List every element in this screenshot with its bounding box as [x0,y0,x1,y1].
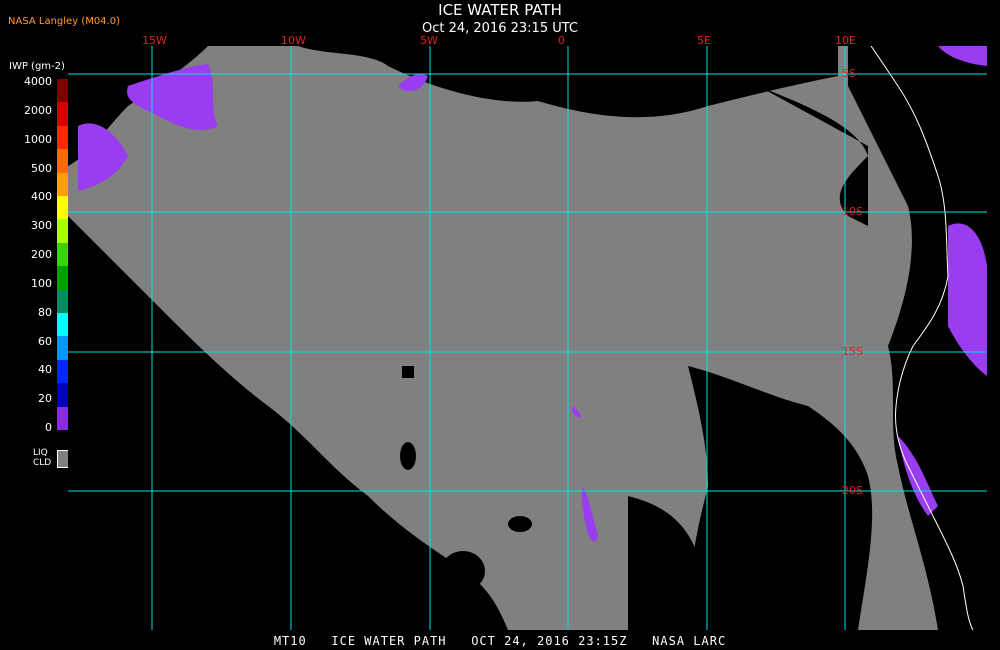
legend-tick-label: 80 [38,305,52,319]
longitude-label: 5W [420,34,438,47]
legend-tick-label: 100 [31,276,52,290]
longitude-label: 10E [835,34,856,47]
legend-tick-label: 20 [38,392,52,406]
legend-tick-label: 300 [31,219,52,233]
footer-caption: MT10 ICE WATER PATH OCT 24, 2016 23:15Z … [273,634,727,648]
legend-tick-label: 60 [38,334,52,348]
legend-tick-label: 400 [31,190,52,204]
legend-tick-label: 4000 [24,75,52,88]
longitude-label: 0 [558,34,565,47]
legend-tick-label: 2000 [24,103,52,117]
legend-tick-label: 1000 [24,132,52,146]
longitude-label: 15W [142,34,167,47]
legend-title: IWP (gm-2) [9,61,65,72]
liquid-cloud-label-line2: CLD [33,458,52,468]
latitude-label: 20S [842,484,863,497]
legend-tick-label: 200 [31,248,52,261]
latitude-label: 5S [842,67,856,80]
map-title: ICE WATER PATH [438,1,562,19]
liquid-cloud-label-line1: LIQ [33,448,48,458]
latitude-label: 15S [842,345,863,358]
satellite-map[interactable] [68,46,987,630]
longitude-label: 10W [281,34,306,47]
latitude-label: 10S [842,205,863,218]
longitude-label: 5E [697,34,711,47]
legend-tick-label: 0 [45,421,52,434]
liquid-cloud-label: LIQ CLD [33,448,51,468]
legend-tick-label: 40 [38,363,52,377]
legend-tick-label: 500 [31,161,52,175]
